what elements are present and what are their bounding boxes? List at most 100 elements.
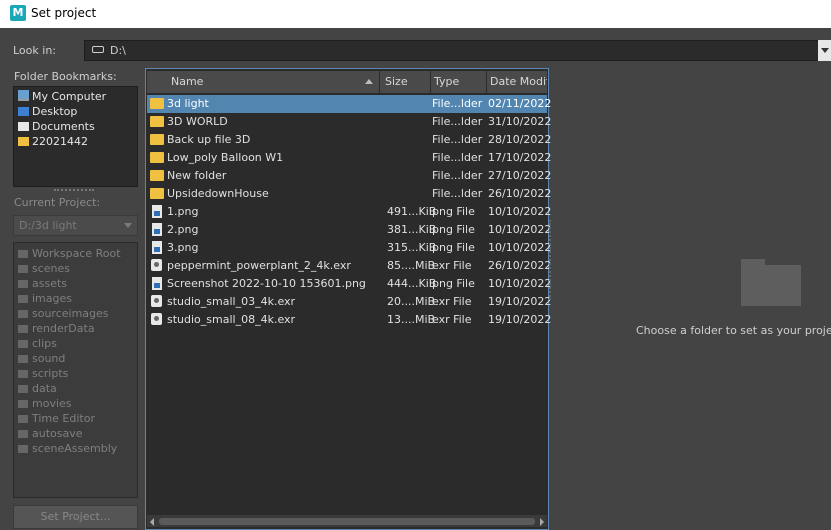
file-name: 3.png [167, 241, 199, 254]
file-row[interactable]: New folder File...lder 27/10/2022 [147, 167, 551, 185]
workspace-item[interactable]: images [18, 292, 72, 307]
folder-icon [150, 188, 164, 199]
current-project-label: Current Project: [14, 196, 101, 209]
bookmark-item-22021442[interactable]: 22021442 [18, 135, 88, 150]
file-row[interactable]: peppermint_powerplant_2_4k.exr 85....MiB e… [147, 257, 551, 275]
workspace-item[interactable]: sourceimages [18, 307, 109, 322]
file-row[interactable]: 2.png 381...KiB png File 10/10/2022 [147, 221, 551, 239]
bookmark-item-desktop[interactable]: Desktop [18, 105, 77, 120]
column-header-size-label: Size [385, 75, 408, 88]
file-row[interactable]: UpsidedownHouse File...lder 26/10/2022 [147, 185, 551, 203]
file-row[interactable]: 1.png 491...KiB png File 10/10/2022 [147, 203, 551, 221]
large-folder-icon [741, 259, 801, 306]
file-name: 3D WORLD [167, 115, 228, 128]
workspace-item-label: sound [32, 352, 66, 365]
file-row[interactable]: 3d light File...lder 02/11/2022 [147, 95, 551, 113]
file-name: Back up file 3D [167, 133, 251, 146]
file-row[interactable]: 3.png 315...KiB png File 10/10/2022 [147, 239, 551, 257]
workspace-item[interactable]: Workspace Root [18, 247, 121, 262]
workspace-item[interactable]: scenes [18, 262, 70, 277]
desktop-icon [18, 107, 29, 116]
exr-file-icon [151, 259, 162, 271]
file-date: 10/10/2022 [488, 277, 552, 290]
file-date: 31/10/2022 [488, 115, 552, 128]
folder-icon [18, 400, 28, 408]
folder-icon [18, 355, 28, 363]
file-name: New folder [167, 169, 227, 182]
preview-splitter-handle[interactable] [549, 220, 551, 300]
workspace-item[interactable]: autosave [18, 427, 83, 442]
column-header-date[interactable]: Date Modif [487, 71, 547, 93]
file-type: File...lder [432, 97, 483, 110]
title-bar: M Set project [0, 0, 831, 28]
file-name: Screenshot 2022-10-10 153601.png [167, 277, 366, 290]
scrollbar-thumb[interactable] [159, 518, 535, 525]
folder-icon [18, 445, 28, 453]
file-type: exr File [432, 295, 472, 308]
folder-icon [18, 250, 28, 258]
scroll-right-icon[interactable] [540, 518, 544, 526]
workspace-item[interactable]: scripts [18, 367, 68, 382]
workspace-item[interactable]: sceneAssembly [18, 442, 117, 457]
file-type: png File [432, 277, 475, 290]
set-project-button[interactable]: Set Project... [13, 505, 138, 529]
file-name: peppermint_powerplant_2_4k.exr [167, 259, 351, 272]
bookmark-item-documents[interactable]: Documents [18, 120, 95, 135]
workspace-item[interactable]: data [18, 382, 57, 397]
file-row[interactable]: 3D WORLD File...lder 31/10/2022 [147, 113, 551, 131]
current-project-combo[interactable]: D:/3d light [13, 215, 138, 236]
look-in-dropdown-arrow-icon[interactable] [818, 40, 831, 61]
file-row[interactable]: studio_small_03_4k.exr 20....MiB exr File 1… [147, 293, 551, 311]
look-in-combo[interactable]: D:\ [84, 40, 819, 61]
workspace-item[interactable]: renderData [18, 322, 95, 337]
window-title: Set project [31, 6, 97, 20]
column-header-date-label: Date Modif [490, 75, 547, 88]
folder-icon [150, 152, 164, 163]
column-header-name[interactable]: Name [147, 71, 380, 93]
column-header-size[interactable]: Size [380, 71, 431, 93]
documents-icon [18, 122, 29, 131]
file-date: 28/10/2022 [488, 133, 552, 146]
horizontal-scrollbar[interactable] [147, 515, 547, 527]
folder-icon [18, 415, 28, 423]
maya-app-icon: M [10, 5, 26, 21]
workspace-item[interactable]: Time Editor [18, 412, 95, 427]
panel-splitter-handle[interactable] [54, 189, 94, 191]
scroll-left-icon[interactable] [150, 518, 154, 526]
file-date: 26/10/2022 [488, 259, 552, 272]
workspace-item[interactable]: assets [18, 277, 67, 292]
file-date: 10/10/2022 [488, 223, 552, 236]
exr-file-icon [151, 313, 162, 325]
bookmark-label: Documents [32, 120, 95, 133]
workspace-list[interactable]: Workspace Root scenes assets images sourceim… [13, 242, 138, 498]
file-type: png File [432, 241, 475, 254]
file-date: 27/10/2022 [488, 169, 552, 182]
folder-icon [150, 134, 164, 145]
file-row[interactable]: Back up file 3D File...lder 28/10/2022 [147, 131, 551, 149]
file-size: 444...KiB [387, 277, 437, 290]
file-date: 02/11/2022 [488, 97, 552, 110]
file-name: 2.png [167, 223, 199, 236]
folder-icon [18, 137, 29, 146]
file-name: studio_small_08_4k.exr [167, 313, 296, 326]
drive-icon [92, 46, 104, 53]
workspace-item[interactable]: clips [18, 337, 57, 352]
file-row[interactable]: Low_poly Balloon W1 File...lder 17/10/2022 [147, 149, 551, 167]
workspace-item-label: movies [32, 397, 72, 410]
folder-icon [18, 370, 28, 378]
folder-icon [18, 295, 28, 303]
bookmarks-list[interactable]: My Computer Desktop Documents 22021442 [13, 86, 138, 187]
workspace-item-label: scripts [32, 367, 69, 380]
workspace-item[interactable]: sound [18, 352, 65, 367]
workspace-item-label: Workspace Root [32, 247, 121, 260]
bookmark-item-my-computer[interactable]: My Computer [18, 90, 106, 105]
file-type: exr File [432, 259, 472, 272]
column-header-type[interactable]: Type [431, 71, 487, 93]
image-file-icon [152, 205, 162, 218]
file-list-panel[interactable]: Name Size Type Date Modif 3d light File..… [145, 68, 551, 530]
file-row[interactable]: Screenshot 2022-10-10 153601.png 444...Ki… [147, 275, 551, 293]
workspace-item[interactable]: movies [18, 397, 72, 412]
file-row[interactable]: studio_small_08_4k.exr 13....MiB exr File 1… [147, 311, 551, 329]
workspace-item-label: images [32, 292, 72, 305]
image-file-icon [152, 241, 162, 254]
